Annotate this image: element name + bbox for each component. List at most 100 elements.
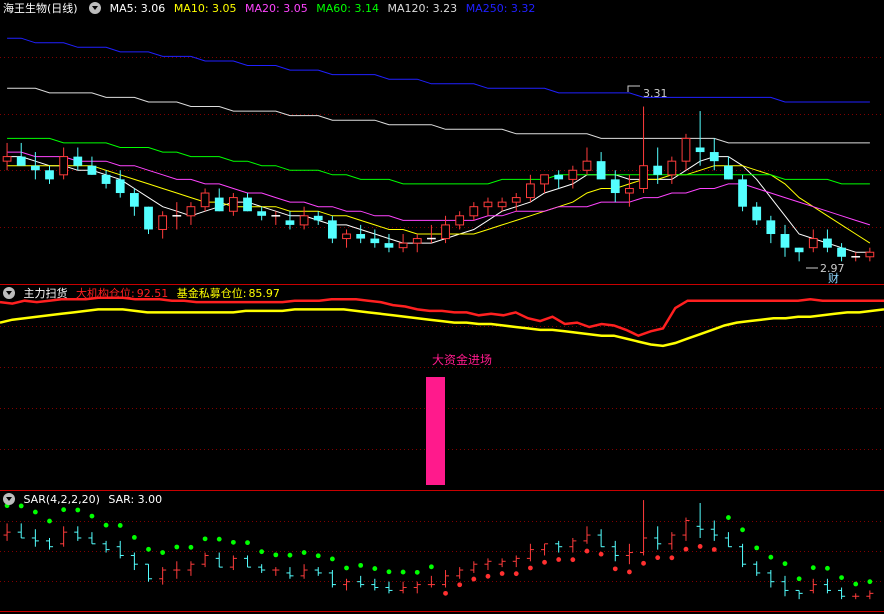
candle-body xyxy=(243,197,252,212)
sar-dot xyxy=(117,523,123,528)
sar-dot xyxy=(612,566,618,572)
candle-body xyxy=(865,251,875,258)
sar-dot xyxy=(669,555,675,561)
ma60-line xyxy=(7,137,870,185)
ma120-label: MA120: 3.23 xyxy=(387,2,458,15)
sar-dot xyxy=(810,565,816,571)
capital-title[interactable]: 主力扫货 xyxy=(24,287,68,300)
candle-body xyxy=(526,183,535,199)
sar-dot xyxy=(457,582,463,588)
candle-body xyxy=(455,215,465,226)
candle-body xyxy=(370,238,380,244)
high-price-label: 3.31 xyxy=(643,87,668,100)
candle-body xyxy=(186,206,196,217)
candle-body xyxy=(342,233,351,240)
sar-dot xyxy=(570,557,576,563)
sar-dot xyxy=(315,553,321,559)
sar-dot xyxy=(513,571,519,577)
candle-body xyxy=(780,234,790,248)
stock-title[interactable]: 海王生物(日线) xyxy=(3,2,78,15)
candle-body xyxy=(101,174,111,184)
sar-chart[interactable] xyxy=(0,491,884,611)
sar-dot xyxy=(867,579,873,585)
kline-chart[interactable] xyxy=(0,0,884,284)
inst-position-line xyxy=(0,296,884,338)
sar-dot xyxy=(216,536,222,542)
fund-label: 基金私募仓位: xyxy=(176,287,247,300)
sar-dot xyxy=(188,544,194,550)
sar-dot xyxy=(386,569,392,575)
candle-body xyxy=(483,201,493,208)
sar-dot xyxy=(471,576,477,582)
indicator-menu-icon[interactable] xyxy=(89,2,102,14)
indicator-menu-icon-2[interactable] xyxy=(3,287,15,299)
candle-body xyxy=(87,165,97,175)
candle-body xyxy=(695,147,705,153)
kline-header: 海王生物(日线) MA5: 3.06 MA10: 3.05 MA20: 3.05… xyxy=(0,0,540,18)
candle-body xyxy=(228,197,238,212)
candle-body xyxy=(469,206,479,217)
sar-dot xyxy=(598,551,604,557)
sar-dot xyxy=(32,509,38,515)
sar-dot xyxy=(782,561,788,567)
candle-body xyxy=(540,174,549,185)
candle-body xyxy=(568,169,578,180)
sar-dot xyxy=(230,539,236,545)
sar-dot xyxy=(655,555,661,561)
candle-body xyxy=(115,179,125,194)
sar-dot xyxy=(528,565,533,571)
sar-dot xyxy=(839,575,844,581)
candle-body xyxy=(73,156,83,166)
sar-dot xyxy=(711,547,717,552)
sar-dot xyxy=(202,536,208,542)
sar-dot xyxy=(796,576,802,582)
candle-body xyxy=(823,238,832,248)
candle-body xyxy=(837,247,846,257)
capital-panel[interactable]: 主力扫货 大机构仓位: 92.51 基金私募仓位: 85.97 大资金进场 xyxy=(0,285,884,490)
ma5-label: MA5: 3.06 xyxy=(109,2,166,15)
candle-body xyxy=(16,156,26,166)
sar-dot xyxy=(641,560,646,566)
sar-dot xyxy=(131,534,137,540)
candle-body xyxy=(497,201,507,208)
kline-panel[interactable]: 海王生物(日线) MA5: 3.06 MA10: 3.05 MA20: 3.05… xyxy=(0,0,884,285)
candle-body xyxy=(144,206,153,230)
sar-dot xyxy=(146,546,151,552)
sar-dot xyxy=(697,544,703,549)
candle-body xyxy=(681,137,691,162)
sar-dot xyxy=(89,513,95,519)
candle-body xyxy=(752,206,762,221)
sar-dot xyxy=(485,573,491,579)
candle-body xyxy=(30,165,40,171)
candle-body xyxy=(766,220,776,235)
sar-panel[interactable]: SAR(4,2,2,20) SAR: 3.00 xyxy=(0,491,884,611)
sar-dot xyxy=(301,550,307,555)
fund-position-line xyxy=(0,308,884,348)
sar-dot xyxy=(584,548,590,554)
candle-body xyxy=(59,156,69,176)
sar-dot xyxy=(825,565,830,571)
ma60-label: MA60: 3.14 xyxy=(316,2,379,15)
sar-dot xyxy=(400,569,406,575)
sar-dot xyxy=(499,571,505,576)
sar-dot xyxy=(754,545,760,551)
sar-title[interactable]: SAR(4,2,2,20) xyxy=(24,493,100,506)
candle-body xyxy=(582,160,592,171)
candle-body xyxy=(412,238,422,244)
ma20-label: MA20: 3.05 xyxy=(245,2,308,15)
sar-dot xyxy=(428,564,434,570)
candle-body xyxy=(709,152,719,162)
sar-dot xyxy=(372,566,378,571)
indicator-menu-icon-3[interactable] xyxy=(3,493,15,505)
candle-body xyxy=(158,215,168,230)
candle-body xyxy=(511,197,521,203)
sar-dot xyxy=(329,556,335,562)
sar-dot xyxy=(287,552,293,558)
ma10-label: MA10: 3.05 xyxy=(173,2,237,15)
sar-dot xyxy=(174,544,180,550)
candle-body xyxy=(653,165,663,175)
fund-value: 85.97 xyxy=(248,287,280,300)
capital-chart[interactable] xyxy=(0,285,884,490)
candle-body xyxy=(667,160,677,176)
sar-dot xyxy=(853,581,859,587)
